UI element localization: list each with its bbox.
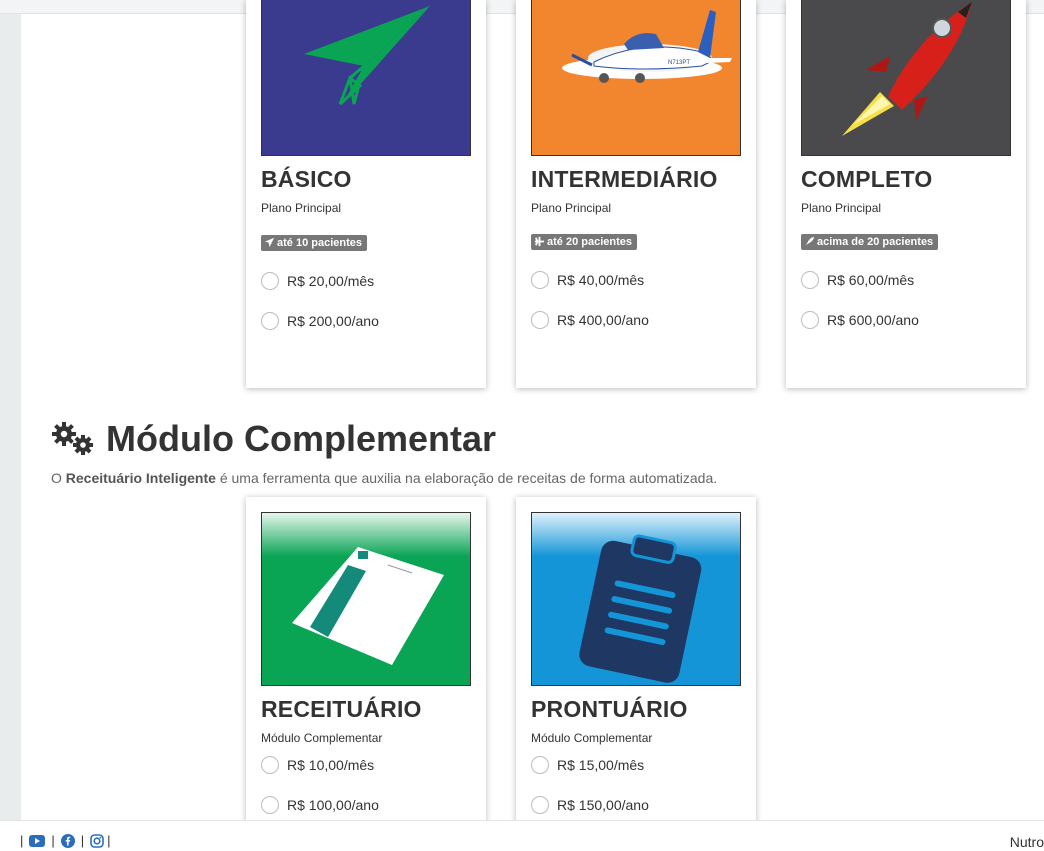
module-title: RECEITUÁRIO bbox=[261, 696, 422, 722]
radio-button[interactable] bbox=[801, 271, 819, 289]
price-option-monthly[interactable]: R$ 40,00/mês bbox=[531, 271, 644, 289]
module-image-prescription bbox=[261, 512, 471, 686]
price-label: R$ 150,00/ano bbox=[557, 797, 649, 813]
price-option-monthly[interactable]: R$ 15,00/mês bbox=[531, 756, 644, 774]
left-rail bbox=[0, 14, 21, 820]
module-subtitle: Módulo Complementar bbox=[531, 731, 653, 745]
brand-name: Nutro bbox=[1009, 834, 1044, 850]
radio-button[interactable] bbox=[261, 796, 279, 814]
plane-icon bbox=[534, 236, 545, 247]
facebook-icon[interactable] bbox=[60, 833, 75, 848]
separator: | bbox=[107, 833, 111, 848]
separator: | bbox=[51, 833, 55, 848]
price-option-monthly[interactable]: R$ 20,00/mês bbox=[261, 272, 374, 290]
price-label: R$ 600,00/ano bbox=[827, 312, 919, 328]
section-description: O Receituário Inteligente é uma ferramen… bbox=[51, 470, 717, 486]
footer: | | | | Nutro bbox=[0, 820, 1044, 851]
radio-button[interactable] bbox=[261, 312, 279, 330]
badge-label: até 10 pacientes bbox=[277, 237, 362, 249]
separator: | bbox=[20, 833, 24, 848]
price-label: R$ 20,00/mês bbox=[287, 273, 375, 289]
radio-button[interactable] bbox=[531, 271, 549, 289]
plan-card-intermediario: N713PT INTERMEDIÁRIO Plano Principal até… bbox=[516, 0, 756, 388]
plan-subtitle: Plano Principal bbox=[801, 201, 882, 215]
price-option-yearly[interactable]: R$ 150,00/ano bbox=[531, 796, 649, 814]
radio-button[interactable] bbox=[531, 311, 549, 329]
instagram-icon[interactable] bbox=[90, 833, 104, 848]
price-label: R$ 400,00/ano bbox=[557, 312, 649, 328]
price-option-yearly[interactable]: R$ 100,00/ano bbox=[261, 796, 379, 814]
price-option-monthly[interactable]: R$ 10,00/mês bbox=[261, 756, 374, 774]
radio-button[interactable] bbox=[261, 272, 279, 290]
plan-title: COMPLETO bbox=[801, 166, 933, 192]
module-title: PRONTUÁRIO bbox=[531, 696, 688, 722]
price-option-yearly[interactable]: R$ 200,00/ano bbox=[261, 312, 379, 330]
price-label: R$ 100,00/ano bbox=[287, 797, 379, 813]
module-subtitle: Módulo Complementar bbox=[261, 731, 383, 745]
plan-title: BÁSICO bbox=[261, 166, 352, 192]
social-links: | | | | bbox=[20, 833, 117, 848]
radio-button[interactable] bbox=[531, 796, 549, 814]
svg-text:N713PT: N713PT bbox=[668, 60, 690, 66]
plan-subtitle: Plano Principal bbox=[261, 201, 342, 215]
price-label: R$ 40,00/mês bbox=[557, 272, 645, 288]
plan-subtitle: Plano Principal bbox=[531, 201, 612, 215]
price-option-yearly[interactable]: R$ 600,00/ano bbox=[801, 311, 919, 329]
desc-suffix: é uma ferramenta que auxilia na elaboraç… bbox=[215, 470, 718, 486]
radio-button[interactable] bbox=[801, 311, 819, 329]
price-label: R$ 10,00/mês bbox=[287, 757, 375, 773]
price-option-yearly[interactable]: R$ 400,00/ano bbox=[531, 311, 649, 329]
paper-plane-icon bbox=[264, 237, 275, 248]
plan-card-completo: COMPLETO Plano Principal acima de 20 pac… bbox=[786, 0, 1026, 388]
price-option-monthly[interactable]: R$ 60,00/mês bbox=[801, 271, 914, 289]
desc-bold: Receituário Inteligente bbox=[65, 470, 216, 486]
module-image-clipboard bbox=[531, 512, 741, 686]
plan-image-airplane: N713PT bbox=[531, 0, 741, 156]
desc-prefix: O bbox=[51, 470, 66, 486]
price-label: R$ 60,00/mês bbox=[827, 272, 915, 288]
plan-title: INTERMEDIÁRIO bbox=[531, 166, 718, 192]
price-label: R$ 200,00/ano bbox=[287, 313, 379, 329]
module-card-receituario: RECEITUÁRIO Módulo Complementar R$ 10,00… bbox=[246, 497, 486, 827]
plan-image-rocket bbox=[801, 0, 1011, 156]
radio-button[interactable] bbox=[261, 756, 279, 774]
youtube-icon[interactable] bbox=[29, 834, 46, 847]
separator: | bbox=[80, 833, 85, 848]
badge-label: até 20 pacientes bbox=[547, 236, 632, 248]
plan-card-basico: BÁSICO Plano Principal até 10 pacientes … bbox=[246, 0, 486, 388]
patients-badge: acima de 20 pacientes bbox=[801, 234, 939, 250]
patients-badge: até 20 pacientes bbox=[531, 234, 637, 250]
price-label: R$ 15,00/mês bbox=[557, 757, 645, 773]
badge-label: acima de 20 pacientes bbox=[817, 236, 934, 248]
section-title: Módulo Complementar bbox=[106, 418, 497, 459]
rocket-icon bbox=[805, 236, 815, 246]
radio-button[interactable] bbox=[531, 756, 549, 774]
gears-icon bbox=[52, 422, 93, 455]
patients-badge: até 10 pacientes bbox=[261, 235, 367, 251]
plan-image-paper-plane bbox=[261, 0, 471, 156]
module-card-prontuario: PRONTUÁRIO Módulo Complementar R$ 15,00/… bbox=[516, 497, 756, 827]
section-heading: Módulo Complementar bbox=[50, 418, 496, 460]
